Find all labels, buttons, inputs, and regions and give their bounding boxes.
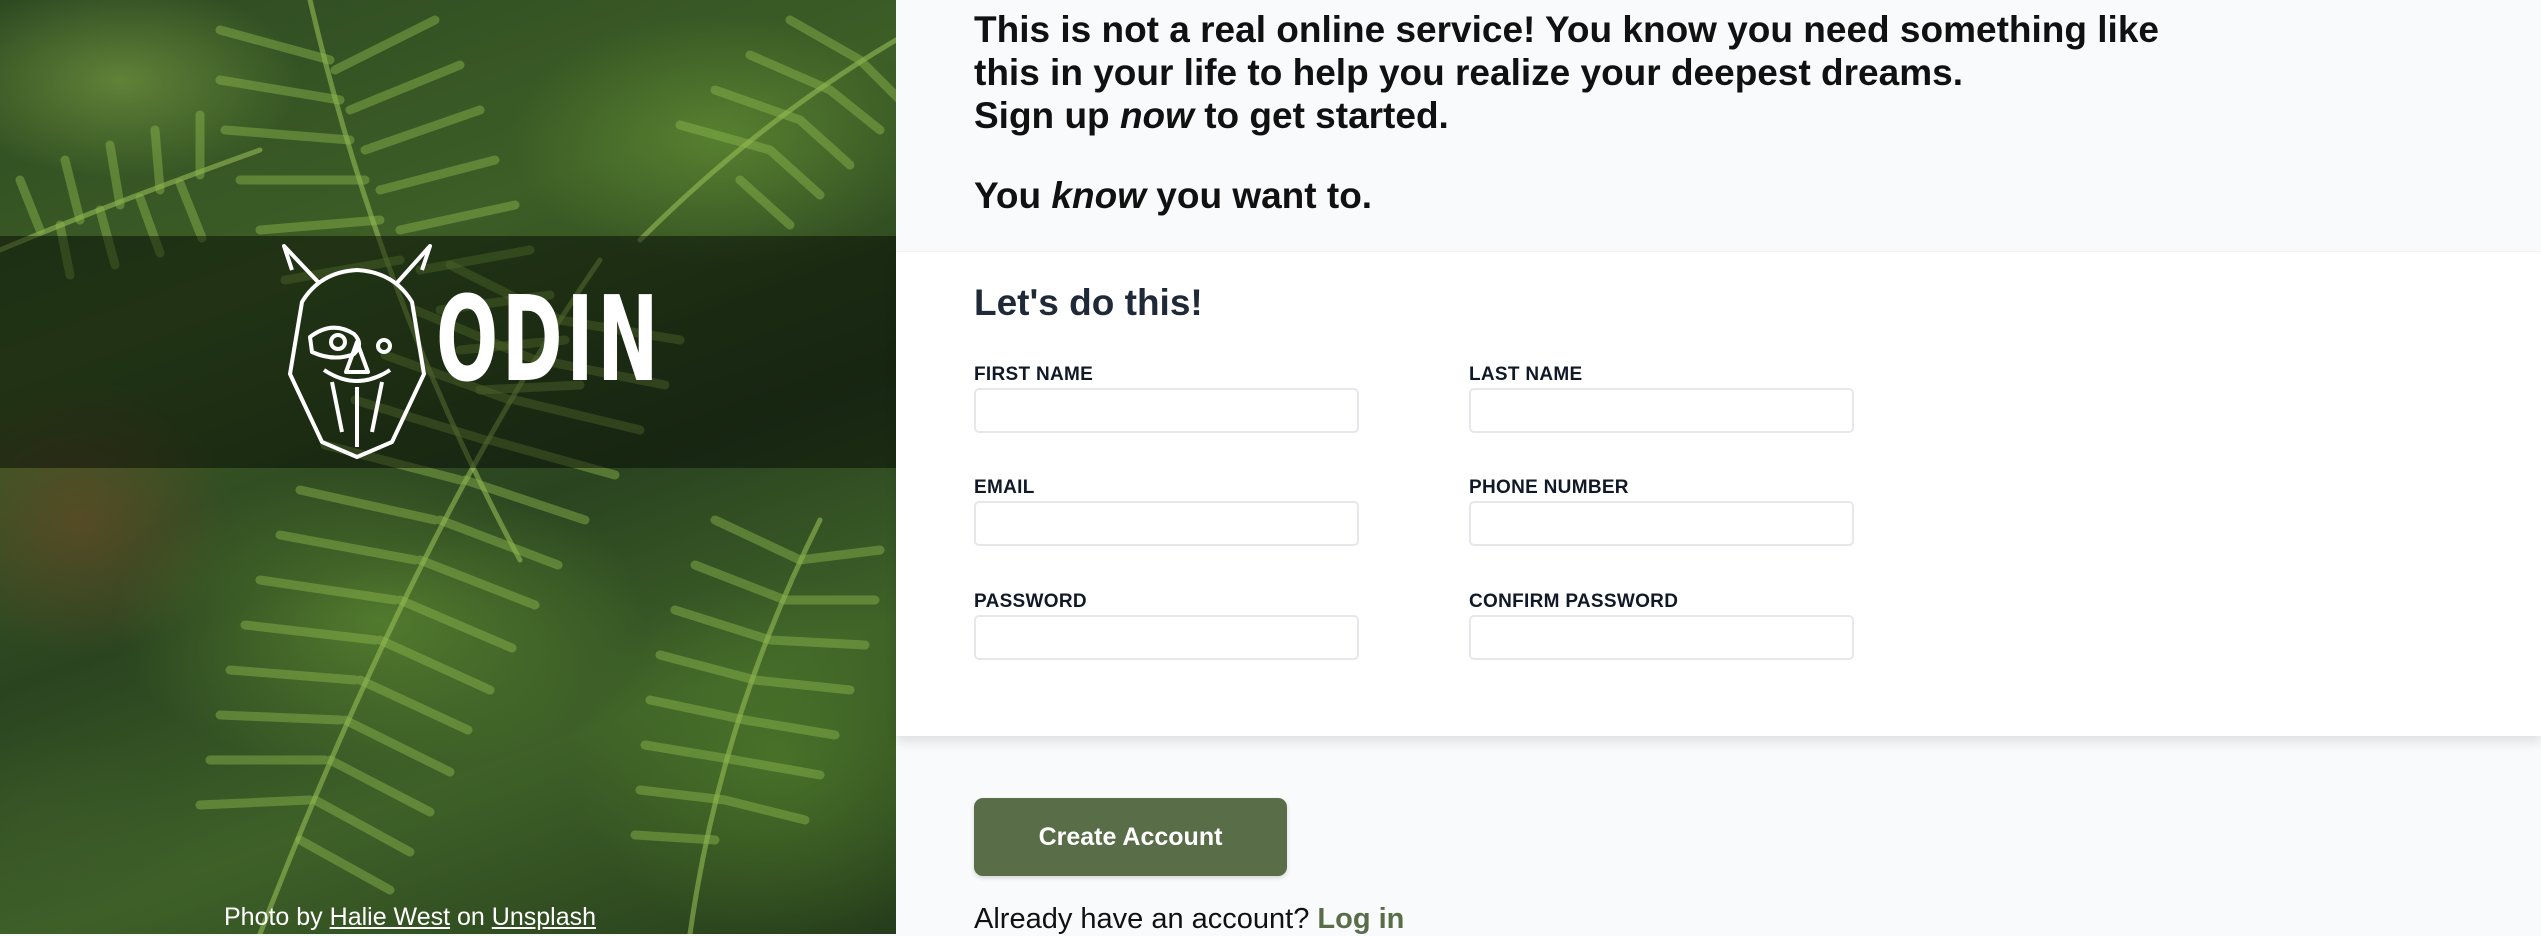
photo-credit-prefix: Photo by — [224, 903, 323, 931]
confirm-password-field: CONFIRM PASSWORD — [1469, 589, 1854, 660]
first-name-label: FIRST NAME — [974, 364, 1094, 385]
hero-panel: ODIN Photo by Halie West on Unsplash — [0, 0, 896, 934]
last-name-field: LAST NAME — [1469, 362, 1854, 433]
signup-form: Let's do this! FIRST NAME LAST NAME EMAI… — [896, 252, 2541, 736]
login-prompt-text: Already have an account? — [974, 903, 1310, 935]
last-name-input[interactable] — [1469, 388, 1854, 433]
login-prompt: Already have an account? Log in — [974, 903, 1404, 936]
phone-number-input[interactable] — [1469, 501, 1854, 546]
unsplash-link[interactable]: Unsplash — [492, 903, 596, 931]
first-name-field: FIRST NAME — [974, 362, 1359, 433]
email-field: EMAIL — [974, 475, 1359, 546]
logo-text: ODIN — [436, 270, 663, 408]
confirm-password-input[interactable] — [1469, 615, 1854, 660]
email-input[interactable] — [974, 501, 1359, 546]
email-label: EMAIL — [974, 477, 1035, 498]
intro-line-4: You know you want to. — [974, 175, 1373, 216]
photo-author-link[interactable]: Halie West — [330, 903, 450, 931]
password-label: PASSWORD — [974, 591, 1087, 612]
first-name-input[interactable] — [974, 388, 1359, 433]
phone-number-label: PHONE NUMBER — [1469, 477, 1629, 498]
password-field: PASSWORD — [974, 589, 1359, 660]
confirm-password-label: CONFIRM PASSWORD — [1469, 591, 1679, 612]
intro-line-3: Sign up now to get started. — [974, 95, 1449, 136]
photo-credit: Photo by Halie West on Unsplash — [224, 903, 596, 932]
photo-credit-middle: on — [457, 903, 485, 931]
intro-text: This is not a real online service! You k… — [974, 8, 2274, 217]
login-link[interactable]: Log in — [1317, 903, 1404, 935]
last-name-label: LAST NAME — [1469, 364, 1583, 385]
emphasis-know: know — [1051, 175, 1146, 216]
create-account-button[interactable]: Create Account — [974, 798, 1287, 876]
intro-line-2: this in your life to help you realize yo… — [974, 52, 1963, 93]
intro-line-1: This is not a real online service! You k… — [974, 9, 2159, 50]
emphasis-now: now — [1119, 95, 1194, 136]
phone-number-field: PHONE NUMBER — [1469, 475, 1854, 546]
password-input[interactable] — [974, 615, 1359, 660]
form-title: Let's do this! — [974, 282, 1203, 323]
signup-panel: This is not a real online service! You k… — [896, 0, 2541, 936]
